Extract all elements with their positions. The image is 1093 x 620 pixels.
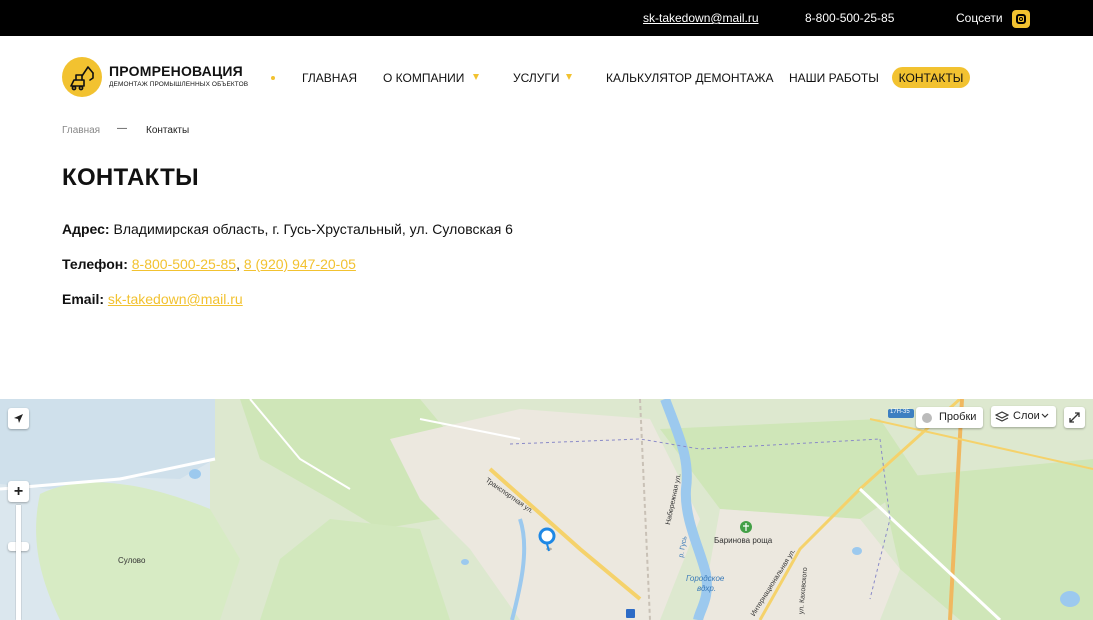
phone-link-2[interactable]: 8 (920) 947-20-05 xyxy=(244,256,356,272)
email-link[interactable]: sk-takedown@mail.ru xyxy=(108,291,243,307)
logo-title[interactable]: ПРОМРЕНОВАЦИЯ xyxy=(109,63,243,79)
email-label: Email: xyxy=(62,291,105,307)
traffic-light-icon xyxy=(922,413,932,423)
address-line: Адрес: Владимирская область, г. Гусь-Хру… xyxy=(62,221,513,237)
phone-link-1[interactable]: 8-800-500-25-85 xyxy=(132,256,236,272)
nav-bullet-icon xyxy=(271,76,275,80)
instagram-icon[interactable] xyxy=(1012,10,1030,28)
zoom-slider-track[interactable] xyxy=(16,505,21,620)
nav-item-home[interactable]: ГЛАВНАЯ xyxy=(302,71,357,85)
layers-button[interactable]: Слои xyxy=(991,406,1056,427)
nav-item-works[interactable]: НАШИ РАБОТЫ xyxy=(789,71,879,85)
nav-item-contacts-label: КОНТАКТЫ xyxy=(898,71,964,85)
map-label-barinova: Баринова роща xyxy=(714,536,773,545)
logo-excavator-icon[interactable] xyxy=(62,57,102,97)
map-label-sulovo: Сулово xyxy=(118,556,146,565)
nav-item-services[interactable]: УСЛУГИ xyxy=(513,71,560,85)
map-background xyxy=(0,399,1093,620)
chevron-down-icon[interactable] xyxy=(566,74,572,80)
nav-item-contacts[interactable]: КОНТАКТЫ xyxy=(892,67,970,88)
phone-label: Телефон: xyxy=(62,256,128,272)
nav-item-calculator[interactable]: КАЛЬКУЛЯТОР ДЕМОНТАЖА xyxy=(606,71,774,85)
zoom-in-button[interactable]: + xyxy=(8,481,29,502)
topbar-phone[interactable]: 8-800-500-25-85 xyxy=(805,11,894,25)
address-label: Адрес: xyxy=(62,221,110,237)
expand-icon xyxy=(1069,412,1080,423)
traffic-button[interactable]: Пробки xyxy=(916,407,983,428)
address-value: Владимирская область, г. Гусь-Хрустальны… xyxy=(113,221,513,237)
traffic-label: Пробки xyxy=(939,411,977,423)
map-label-reservoir-2: вдхр. xyxy=(697,584,717,593)
nav-item-about[interactable]: О КОМПАНИИ xyxy=(383,71,464,85)
logo-subtitle: ДЕМОНТАЖ ПРОМЫШЛЕННЫХ ОБЪЕКТОВ xyxy=(109,81,249,88)
layers-icon xyxy=(995,411,1009,422)
map-road-badge: 17Н-35 xyxy=(890,409,910,415)
phone-line: Телефон: 8-800-500-25-85, 8 (920) 947-20… xyxy=(62,256,356,272)
geolocation-button[interactable] xyxy=(8,408,29,429)
location-arrow-icon xyxy=(14,414,23,423)
fullscreen-button[interactable] xyxy=(1064,407,1085,428)
phone-separator: , xyxy=(236,256,240,272)
map[interactable]: Сулово Транспортная ул. Набережная ул. р… xyxy=(0,399,1093,620)
chevron-down-icon[interactable] xyxy=(473,74,479,80)
breadcrumb-separator: — xyxy=(117,123,127,134)
map-label-reservoir-1: Городское xyxy=(686,574,725,583)
top-bar: sk-takedown@mail.ru 8-800-500-25-85 Соцс… xyxy=(0,0,1093,36)
layers-label: Слои xyxy=(1013,410,1040,422)
breadcrumb-home-link[interactable]: Главная xyxy=(62,125,100,136)
topbar-social-label: Соцсети xyxy=(956,11,1003,25)
topbar-email-link[interactable]: sk-takedown@mail.ru xyxy=(643,11,759,25)
page-title: КОНТАКТЫ xyxy=(62,164,199,191)
breadcrumb-current: Контакты xyxy=(146,125,190,136)
email-line: Email: sk-takedown@mail.ru xyxy=(62,291,243,307)
chevron-down-icon xyxy=(1041,413,1049,418)
